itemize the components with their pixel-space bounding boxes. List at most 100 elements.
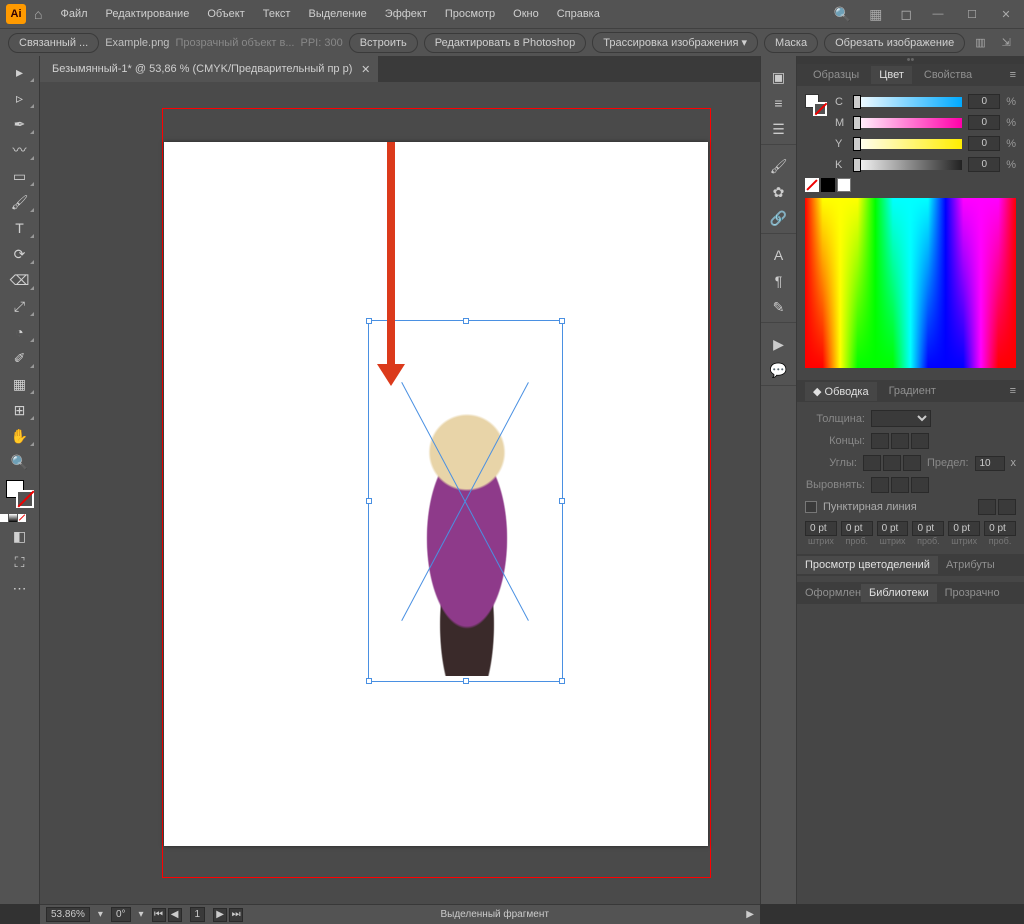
menu-text[interactable]: Текст	[255, 4, 299, 24]
menu-effect[interactable]: Эффект	[377, 4, 435, 24]
separations-tab[interactable]: Просмотр цветоделений	[797, 556, 938, 574]
dash-preserve-buttons[interactable]	[978, 499, 1016, 515]
brushes-icon[interactable]: 🖌	[768, 155, 790, 177]
type-tool[interactable]: T	[4, 216, 36, 240]
swatches-tab[interactable]: Образцы	[805, 66, 867, 84]
dash-fields: штрих проб. штрих проб. штрих проб.	[805, 521, 1016, 546]
color-tab[interactable]: Цвет	[871, 66, 912, 84]
panel-menu-icon[interactable]: ≡	[1010, 69, 1016, 81]
draw-mode[interactable]: ◧	[4, 524, 36, 548]
align-stroke-buttons[interactable]	[871, 477, 929, 493]
transform-icon[interactable]: ⇲	[998, 34, 1015, 51]
menubar: Ai ⌂ Файл Редактирование Объект Текст Вы…	[0, 0, 1024, 28]
gradient-tab[interactable]: Градиент	[881, 382, 944, 400]
edit-toolbar[interactable]: ⋯	[4, 576, 36, 600]
cyan-slider[interactable]: C%	[835, 94, 1016, 109]
cap-buttons[interactable]	[871, 433, 929, 449]
image-trace-button[interactable]: Трассировка изображения ▾	[592, 32, 758, 53]
crop-image-button[interactable]: Обрезать изображение	[824, 33, 965, 53]
search-icon[interactable]: 🔍	[830, 2, 855, 27]
shape-builder-tool[interactable]: ◔	[4, 320, 36, 344]
direct-selection-tool[interactable]: ▹	[4, 86, 36, 110]
zoom-field[interactable]: 53.86%	[46, 907, 90, 922]
rotate-tool[interactable]: ⟳	[4, 242, 36, 266]
selection-tool[interactable]: ▸	[4, 60, 36, 84]
embed-button[interactable]: Встроить	[349, 33, 418, 53]
document-area: Безымянный-1* @ 53,86 % (CMYK/Предварите…	[40, 56, 760, 904]
link-status-button[interactable]: Связанный ...	[8, 33, 99, 53]
black-slider[interactable]: K%	[835, 157, 1016, 172]
stroke-weight-select[interactable]	[871, 410, 931, 427]
quick-colors[interactable]	[805, 178, 1016, 192]
glyphs-icon[interactable]: ✎	[768, 296, 790, 318]
curvature-tool[interactable]: 〰	[4, 138, 36, 162]
symbols-icon[interactable]: ✿	[768, 181, 790, 203]
stroke-tab[interactable]: ◆ Обводка	[805, 382, 877, 401]
fill-stroke-swatch[interactable]	[6, 480, 34, 508]
pen-tool[interactable]: ✒	[4, 112, 36, 136]
color-mode-swatches[interactable]	[0, 514, 39, 522]
transparency-tab[interactable]: Прозрачно	[937, 584, 1008, 602]
workspace-icon[interactable]: ◻	[896, 2, 916, 27]
menu-select[interactable]: Выделение	[300, 4, 374, 24]
mask-button[interactable]: Маска	[764, 33, 818, 53]
eyedropper-tool[interactable]: ✐	[4, 346, 36, 370]
panel-menu-icon[interactable]: ≡	[1010, 385, 1016, 397]
yellow-input[interactable]	[968, 136, 1000, 151]
cyan-input[interactable]	[968, 94, 1000, 109]
tab-close-icon[interactable]: ✕	[361, 63, 370, 76]
libraries-icon[interactable]: ≡	[768, 92, 790, 114]
actions-icon[interactable]: ▶	[768, 333, 790, 355]
menu-help[interactable]: Справка	[549, 4, 608, 24]
fill-stroke-mini[interactable]	[805, 94, 827, 116]
artboard-nav[interactable]: ⏮◀	[152, 908, 182, 922]
selection-bounding-box[interactable]	[368, 320, 563, 682]
properties-icon[interactable]: ▣	[768, 66, 790, 88]
appearance-tab[interactable]: Оформлени	[797, 584, 861, 602]
corner-buttons[interactable]	[863, 455, 921, 471]
magenta-input[interactable]	[968, 115, 1000, 130]
maximize-button[interactable]: ☐	[960, 4, 984, 24]
menu-window[interactable]: Окно	[505, 4, 547, 24]
close-button[interactable]: ✕	[994, 4, 1018, 24]
document-tab[interactable]: Безымянный-1* @ 53,86 % (CMYK/Предварите…	[40, 56, 378, 82]
bottom-row: Оформлени Библиотеки Прозрачно	[797, 582, 1024, 604]
scale-tool[interactable]: ⤢	[4, 294, 36, 318]
magenta-slider[interactable]: M%	[835, 115, 1016, 130]
properties-tab[interactable]: Свойства	[916, 66, 980, 84]
home-icon[interactable]: ⌂	[34, 6, 42, 22]
artboard-tool[interactable]: ⊞	[4, 398, 36, 422]
menu-file[interactable]: Файл	[52, 4, 95, 24]
screen-mode[interactable]: ⛶	[4, 550, 36, 574]
eraser-tool[interactable]: ⌫	[4, 268, 36, 292]
links-icon[interactable]: 🔗	[768, 207, 790, 229]
artboard-index[interactable]: 1	[190, 907, 206, 922]
yellow-slider[interactable]: Y%	[835, 136, 1016, 151]
brush-tool[interactable]: 🖌	[4, 190, 36, 214]
menu-view[interactable]: Просмотр	[437, 4, 503, 24]
character-icon[interactable]: A	[768, 244, 790, 266]
hand-tool[interactable]: ✋	[4, 424, 36, 448]
zoom-tool[interactable]: 🔍	[4, 450, 36, 474]
align-icon[interactable]: ▥	[971, 34, 989, 51]
rectangle-tool[interactable]: ▭	[4, 164, 36, 188]
menu-object[interactable]: Объект	[199, 4, 252, 24]
libraries-tab[interactable]: Библиотеки	[861, 584, 937, 602]
edit-photoshop-button[interactable]: Редактировать в Photoshop	[424, 33, 587, 53]
attributes-tab[interactable]: Атрибуты	[938, 556, 1003, 574]
minimize-button[interactable]: —	[926, 4, 950, 24]
artboard-nav-fwd[interactable]: ▶⏭	[213, 908, 243, 922]
layers-icon[interactable]: ☰	[768, 118, 790, 140]
color-spectrum[interactable]	[805, 198, 1016, 368]
menu-edit[interactable]: Редактирование	[98, 4, 198, 24]
canvas[interactable]	[40, 82, 760, 904]
status-menu-icon[interactable]: ▶	[746, 909, 754, 920]
black-input[interactable]	[968, 157, 1000, 172]
limit-input[interactable]	[975, 456, 1005, 471]
comments-icon[interactable]: 💬	[768, 359, 790, 381]
gradient-tool[interactable]: ▦	[4, 372, 36, 396]
paragraph-icon[interactable]: ¶	[768, 270, 790, 292]
arrange-icon[interactable]: ▦	[865, 2, 886, 27]
rotate-field[interactable]: 0°	[111, 907, 131, 922]
dashed-checkbox[interactable]	[805, 501, 817, 513]
